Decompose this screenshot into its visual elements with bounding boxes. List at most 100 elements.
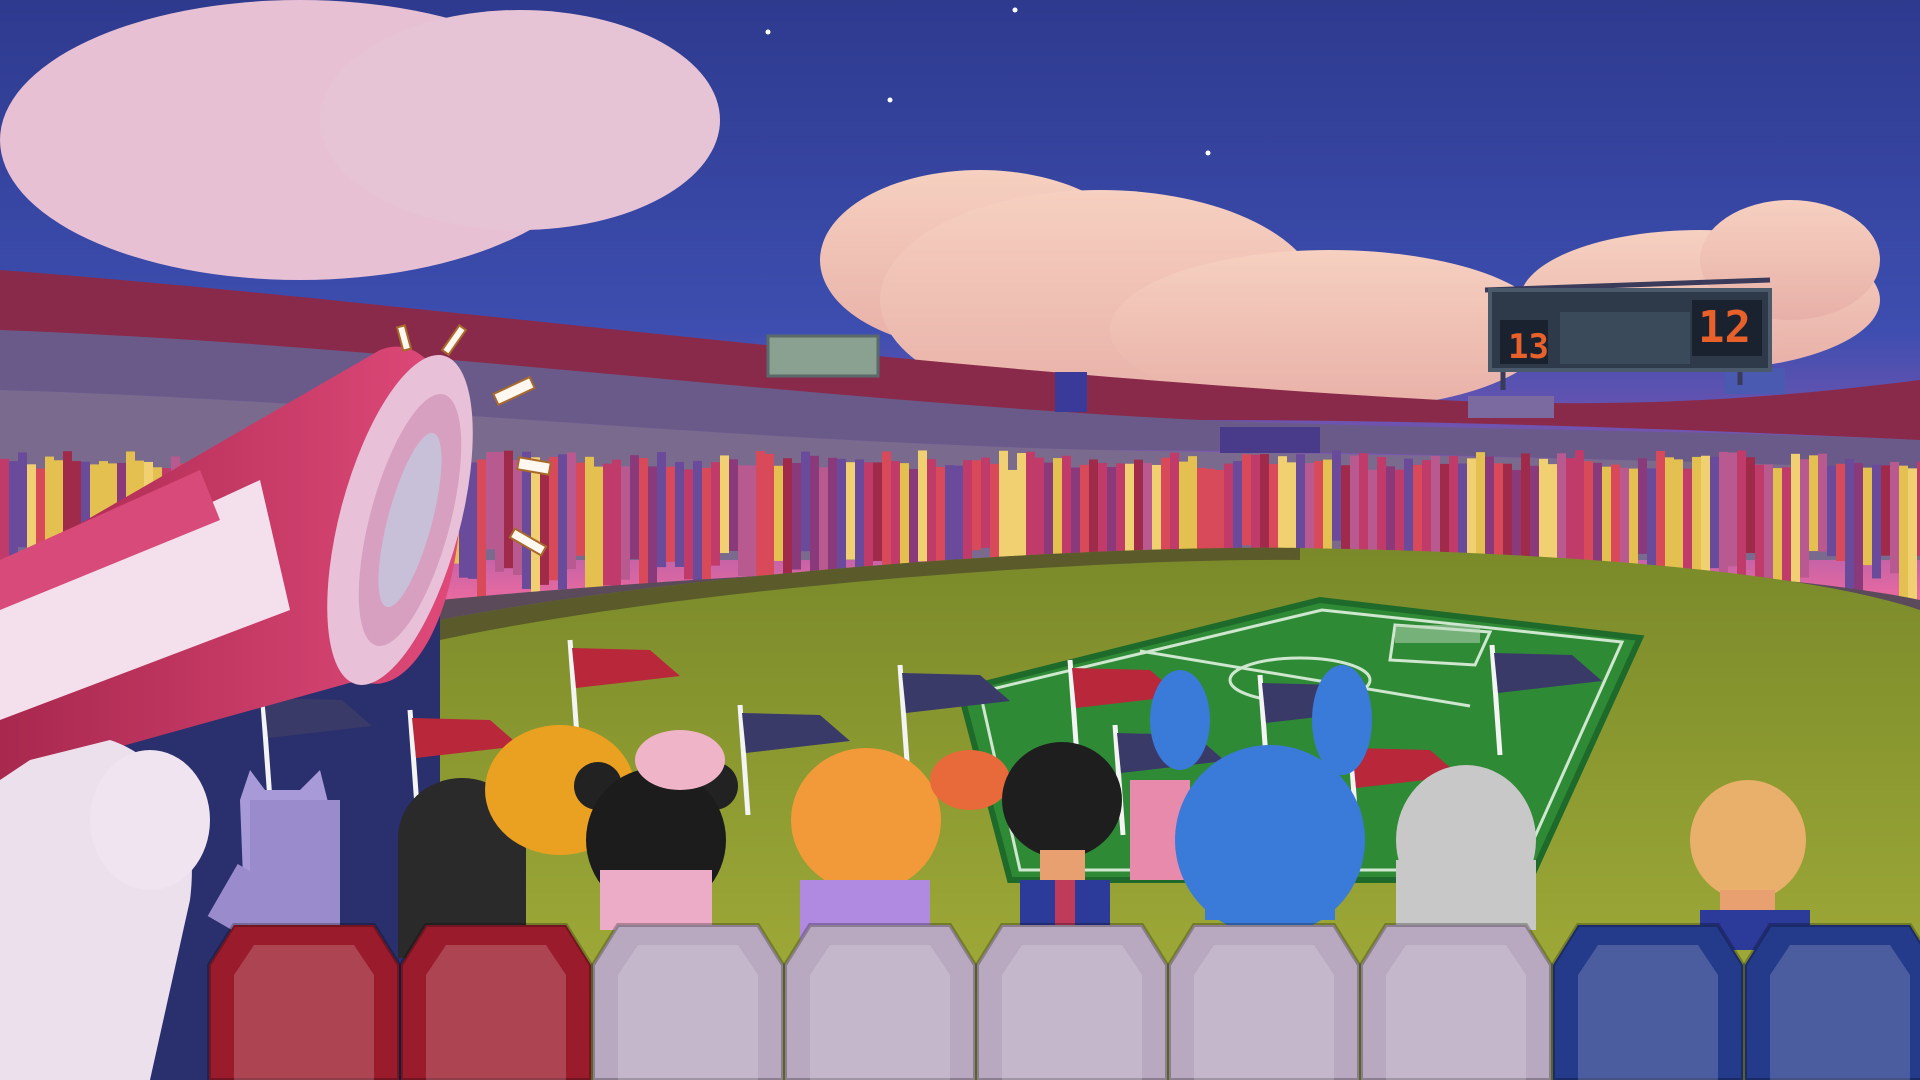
star-icon [887, 97, 893, 103]
crowd-block [576, 462, 585, 556]
crowd-block [1602, 466, 1611, 572]
crowd-block [1242, 454, 1251, 546]
crowd-block [513, 460, 522, 575]
crowd-block [990, 463, 999, 560]
crowd-block [657, 452, 666, 568]
crowd-block [675, 461, 684, 567]
crowd-block [1458, 463, 1467, 562]
crowd-block [684, 469, 693, 580]
star-icon [1205, 150, 1211, 156]
crowd-block [1350, 455, 1359, 560]
crowd-block [1827, 465, 1836, 557]
seat-back-panel [1194, 945, 1334, 1080]
crowd-block [846, 462, 855, 560]
seat-back-panel [234, 945, 374, 1080]
crowd-block [1800, 459, 1809, 578]
fan-spiky-boy [1002, 742, 1122, 930]
crowd-block [1746, 457, 1755, 554]
crowd-block [1323, 459, 1332, 556]
crowd-block [504, 450, 513, 569]
crowd-block [1710, 456, 1719, 569]
crowd-block [1872, 464, 1881, 579]
crowd-block [981, 457, 990, 548]
crowd-block [666, 466, 675, 562]
crowd-block [486, 452, 495, 550]
crowd-block [1422, 460, 1431, 556]
crowd-block [1638, 458, 1647, 554]
crowd-block [621, 466, 630, 580]
crowd-block [1791, 453, 1800, 595]
crowd-block [1161, 457, 1170, 564]
crowd-block [1620, 467, 1629, 579]
crowd-block [531, 457, 540, 607]
crowd-block [1908, 468, 1917, 617]
crowd-block [783, 458, 792, 592]
crowd-block [1386, 466, 1395, 558]
seat-back-panel [1770, 945, 1910, 1080]
crowd-block [774, 465, 783, 561]
crowd-block [1854, 462, 1863, 599]
crowd-block [1728, 452, 1737, 567]
crowd-block [1665, 457, 1674, 578]
crowd-block [468, 462, 477, 579]
crowd-block [873, 462, 882, 561]
crowd-block [1818, 453, 1827, 552]
crowd-block [1035, 457, 1044, 567]
crowd-block [1845, 458, 1854, 603]
crowd-block [1719, 451, 1728, 587]
crowd-block [594, 466, 603, 598]
crowd-block [1890, 461, 1899, 574]
crowd-block [693, 460, 702, 596]
crowd-block [1836, 463, 1845, 561]
star-icon [1012, 7, 1018, 13]
crowd-block [909, 468, 918, 574]
crowd-block [1881, 465, 1890, 556]
crowd-block [756, 451, 765, 595]
crowd-block [1737, 450, 1746, 583]
crowd-block [1899, 465, 1908, 609]
crowd-block [1296, 454, 1305, 555]
crowd-block [945, 465, 954, 574]
crowd-block [1314, 461, 1323, 557]
crowd-block [567, 452, 576, 569]
crowd-block [1116, 463, 1125, 561]
fan-purple-cat [207, 770, 340, 936]
seat-back-panel [618, 945, 758, 1080]
crowd-block [747, 465, 756, 585]
crowd-block [495, 451, 504, 572]
seat-back-panel [1002, 945, 1142, 1080]
crowd-block [1332, 450, 1341, 541]
crowd-block [837, 458, 846, 570]
crowd-block [9, 461, 18, 566]
seat-back-panel [810, 945, 950, 1080]
crowd-block [1521, 453, 1530, 563]
crowd-block [792, 462, 801, 570]
crowd-block [918, 450, 927, 562]
away-score: 12 [1698, 302, 1751, 353]
crowd-block [1692, 456, 1701, 586]
crowd-block [477, 459, 486, 604]
crowd-block [18, 452, 27, 548]
crowd-block [1107, 467, 1116, 566]
stadium-scene: 13 12 [0, 0, 1920, 1080]
home-score: 13 [1508, 327, 1549, 367]
seat-back-panel [426, 945, 566, 1080]
crowd-block [1611, 464, 1620, 565]
fan-gray-hair [1396, 765, 1536, 930]
crowd-block [639, 458, 648, 603]
crowd-block [729, 459, 738, 552]
crowd-block [558, 454, 567, 590]
crowd-block [1863, 467, 1872, 566]
seat-back-panel [1386, 945, 1526, 1080]
crowd-block [972, 460, 981, 551]
crowd-block [585, 456, 594, 607]
pennant-flag-icon [264, 698, 372, 738]
roof-light [766, 334, 880, 378]
seat-row [207, 923, 1920, 1080]
crowd-block [1809, 455, 1818, 552]
crowd-block [738, 465, 747, 577]
crowd-block [603, 463, 612, 586]
crowd-block [1413, 464, 1422, 563]
crowd-block [1008, 469, 1017, 570]
crowd-block [1404, 458, 1413, 563]
